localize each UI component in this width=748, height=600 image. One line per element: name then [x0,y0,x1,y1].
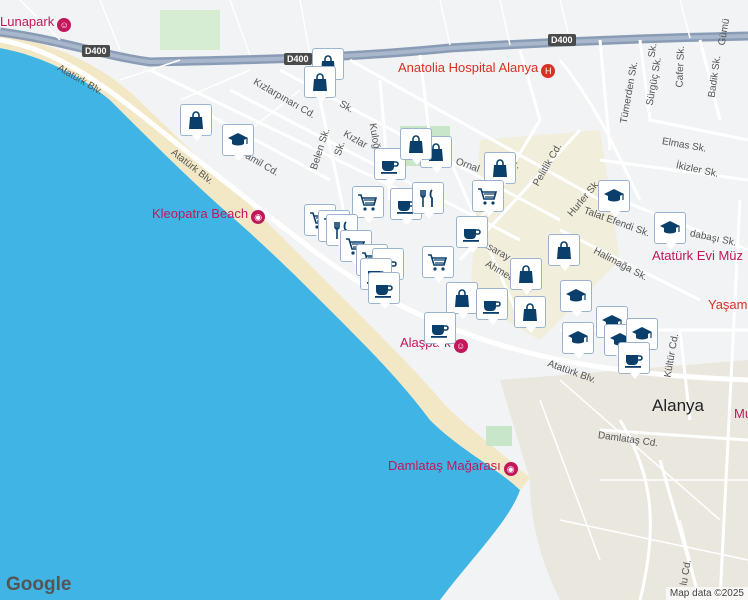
map-marker-cafe[interactable] [424,312,456,349]
map-marker-school[interactable] [562,322,594,359]
shopping-bag-icon [455,289,469,307]
poi-label-text: Mu [734,406,748,421]
map-marker-cafe[interactable] [368,272,400,309]
map-marker-shopping-bag[interactable] [514,296,546,333]
shopping-bag-icon [493,159,507,177]
map-marker-shopping-bag[interactable] [446,282,478,319]
camera-icon: ◉ [503,462,518,476]
cafe-icon [463,229,481,242]
map-marker-cafe[interactable] [618,342,650,379]
road-shield: D400 [284,53,312,65]
map-marker-shopping-bag[interactable] [304,66,336,103]
cafe-icon [375,285,393,298]
poi-anatolia-hospital[interactable]: Anatolia Hospital Alanya H [398,60,556,78]
shopping-cart-icon [478,188,498,205]
shopping-bag-icon [409,135,423,153]
shopping-bag-icon [523,303,537,321]
map-attribution[interactable]: Map data ©2025 [665,587,748,600]
poi-label-text: Damlataş Mağarası [388,458,501,473]
camera-icon: ◉ [251,210,266,224]
map-marker-shopping-bag[interactable] [400,128,432,165]
hospital-icon: H [541,64,556,78]
map-marker-school[interactable] [222,124,254,161]
poi-damlatas[interactable]: Damlataş Mağarası ◉ [388,458,518,476]
map-marker-shopping-bag[interactable] [180,104,212,141]
road-shield: D400 [548,34,576,46]
shopping-bag-icon [519,265,533,283]
shopping-bag-icon [557,241,571,259]
cafe-icon [483,301,501,314]
map-marker-cafe[interactable] [456,216,488,253]
poi-label-text: Anatolia Hospital Alanya [398,60,539,75]
shopping-bag-icon [189,111,203,129]
shopping-cart-icon [428,254,448,271]
city-label: Alanya [652,396,704,415]
school-icon [660,221,680,234]
map-marker-school[interactable] [654,212,686,249]
map-marker-shopping-cart[interactable] [352,186,384,223]
road-shield: D400 [82,45,110,57]
map-marker-shopping-cart[interactable] [472,180,504,217]
school-icon [568,331,588,344]
cafe-icon [431,325,449,338]
cafe-icon [381,161,399,174]
google-logo: Google [6,574,72,595]
street-label: Cafer Sk. [674,45,687,88]
poi-mu[interactable]: Mu [734,406,748,421]
poi-label-text: Kleopatra Beach [152,206,249,221]
map-marker-restaurant[interactable] [412,182,444,219]
map-marker-cafe[interactable] [476,288,508,325]
map-marker-shopping-bag[interactable] [510,258,542,295]
school-icon [228,133,248,146]
park [486,426,512,446]
shopping-cart-icon [358,194,378,211]
amusement-park-icon: ☺ [57,18,72,32]
map-marker-school[interactable] [560,280,592,317]
map-marker-shopping-bag[interactable] [548,234,580,271]
poi-label-text: Lunapark [0,14,55,29]
poi-ataturk-evi[interactable]: Atatürk Evi Müz [652,248,743,263]
map-marker-shopping-cart[interactable] [422,246,454,283]
school-icon [604,189,624,202]
school-icon [566,289,586,302]
cafe-icon [625,355,643,368]
street-label: Sk. [646,42,660,59]
shopping-bag-icon [313,73,327,91]
poi-label-text: Atatürk Evi Müz [652,248,744,263]
map-marker-school[interactable] [598,180,630,217]
poi-kleopatra-beach[interactable]: Kleopatra Beach ◉ [152,206,266,224]
poi-yasam[interactable]: Yaşam [708,297,748,312]
poi-lunapark[interactable]: Lunapark ☺ [0,14,72,32]
restaurant-icon [420,189,433,207]
poi-label-text: Yaşam [708,297,748,312]
park [160,10,220,50]
